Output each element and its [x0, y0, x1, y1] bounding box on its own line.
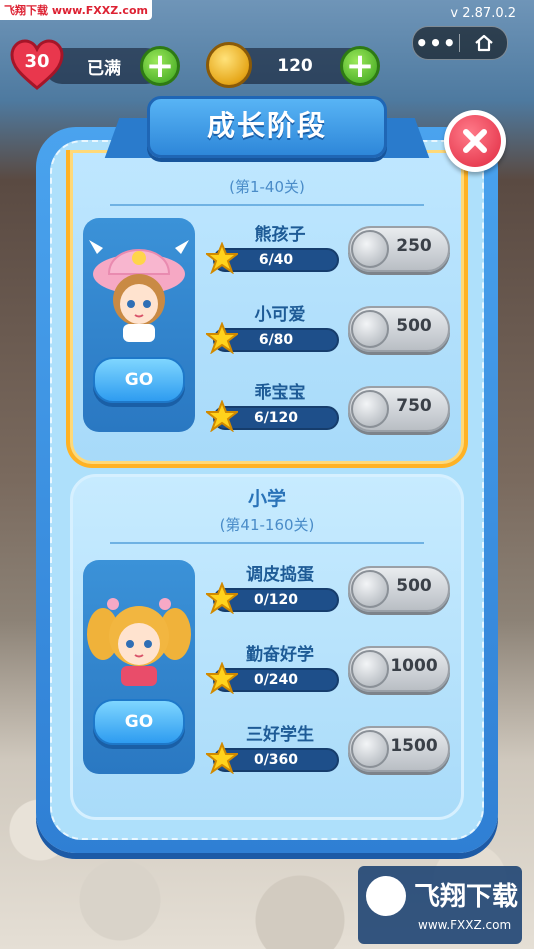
reward-amount: 1000	[390, 656, 438, 676]
stage-levels: (第1-40关)	[229, 178, 305, 196]
star-icon	[206, 742, 238, 774]
star-icon	[206, 322, 238, 354]
stage-levels: (第41-160关)	[219, 516, 315, 534]
version-label: v 2.87.0.2	[450, 6, 516, 21]
star-icon	[206, 662, 238, 694]
stage-divider	[110, 542, 424, 544]
more-dots-icon[interactable]: •••	[413, 28, 459, 58]
coin-icon	[206, 42, 252, 88]
star-icon	[206, 582, 238, 614]
kid-avatar-icon	[87, 598, 191, 686]
reward-amount: 500	[396, 576, 432, 596]
home-icon[interactable]	[460, 33, 507, 53]
panel-title: 成长阶段	[206, 109, 327, 142]
stage-divider	[110, 204, 424, 206]
close-button[interactable]	[444, 110, 506, 172]
logo-emblem-icon	[366, 876, 406, 916]
star-icon	[206, 242, 238, 274]
lives-count: 30	[24, 51, 50, 72]
reward-amount: 1500	[390, 736, 438, 756]
watermark-top: 飞翔下载 www.FXXZ.com	[0, 0, 152, 20]
go-button-stage-2[interactable]: GO	[93, 699, 185, 745]
star-icon	[206, 400, 238, 432]
kid-avatar-icon	[89, 240, 189, 342]
reward-amount: 750	[396, 396, 432, 416]
watermark-logo: 飞翔下载 www.FXXZ.com	[358, 866, 522, 944]
logo-url: www.FXXZ.com	[418, 918, 512, 932]
go-button-stage-1[interactable]: GO	[93, 357, 185, 403]
stage-title: 小学	[247, 488, 286, 510]
mini-program-capsule: •••	[412, 26, 508, 60]
reward-amount: 250	[396, 236, 432, 256]
coin-count: 120	[277, 56, 313, 76]
close-x-icon	[449, 115, 501, 167]
add-coins-button[interactable]: +	[340, 46, 380, 86]
lives-status: 已满	[87, 58, 121, 79]
add-lives-button[interactable]: +	[140, 46, 180, 86]
reward-amount: 500	[396, 316, 432, 336]
logo-title: 飞翔下载	[414, 882, 519, 912]
